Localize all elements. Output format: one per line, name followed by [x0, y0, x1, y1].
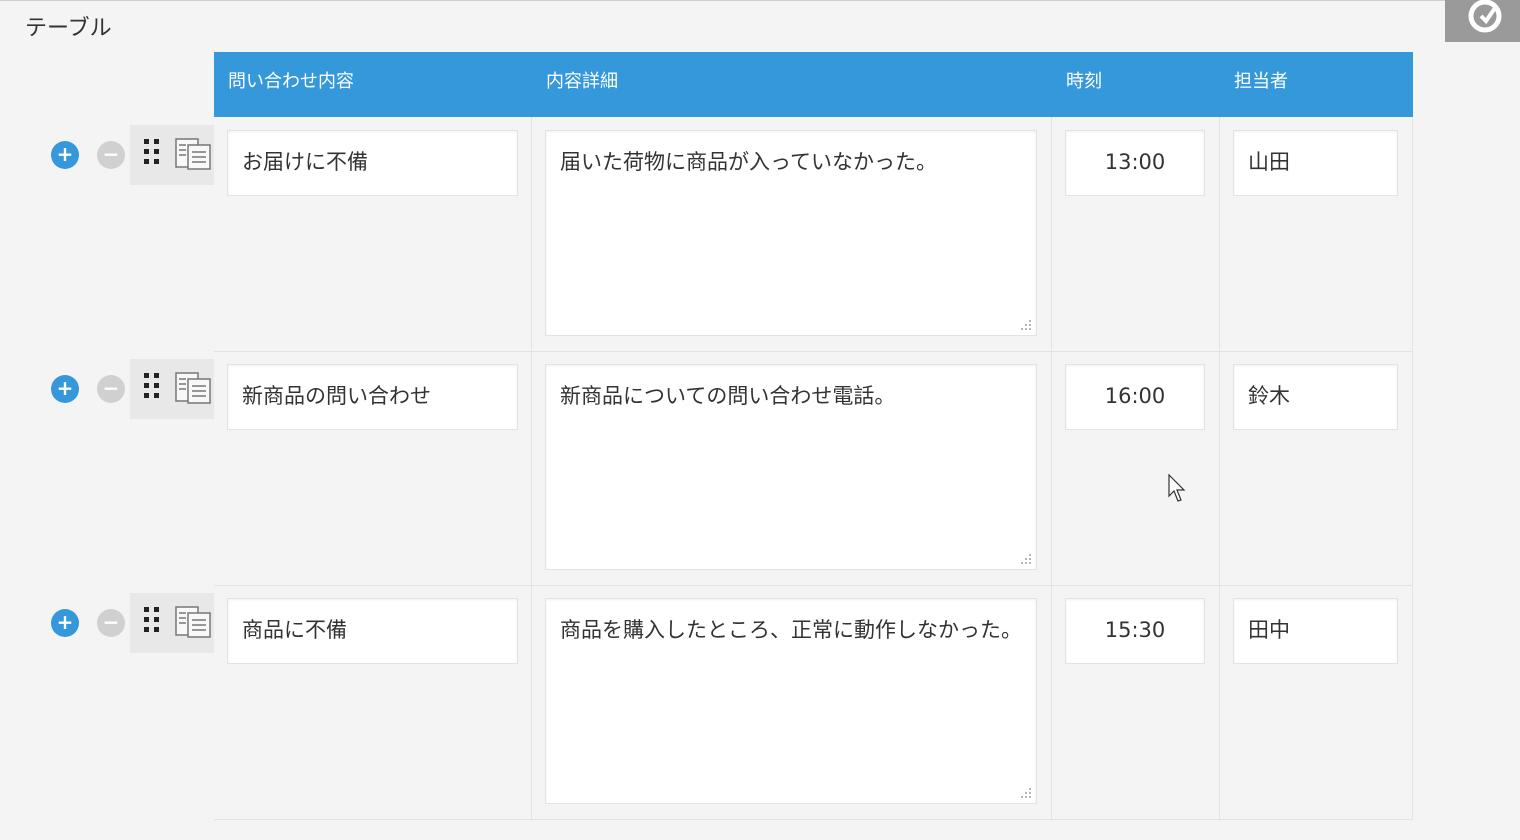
top-border — [0, 0, 1520, 1]
refresh-button[interactable] — [1445, 0, 1520, 42]
header-owner: 担当者 — [1234, 71, 1288, 92]
minus-circle-icon: − — [102, 610, 120, 634]
plus-circle-icon: + — [56, 610, 74, 634]
refresh-icon — [1468, 0, 1502, 33]
time-input[interactable]: 13:00 — [1065, 130, 1205, 196]
table-row: お届けに不備 届いた荷物に商品が入っていなかった。 13:00 山田 — [214, 117, 1413, 352]
header-detail: 内容詳細 — [546, 71, 618, 92]
header-time: 時刻 — [1066, 71, 1102, 92]
copy-icon[interactable] — [174, 137, 212, 171]
table-header: 問い合わせ内容 内容詳細 時刻 担当者 — [214, 52, 1413, 117]
resize-grip-icon[interactable] — [1019, 318, 1033, 332]
detail-text: 新商品についての問い合わせ電話。 — [560, 384, 896, 408]
remove-row-button[interactable]: − — [97, 141, 125, 169]
detail-text: 届いた荷物に商品が入っていなかった。 — [560, 150, 937, 174]
drag-handle-icon[interactable] — [142, 605, 162, 635]
copy-icon[interactable] — [174, 371, 212, 405]
remove-row-button[interactable]: − — [97, 375, 125, 403]
resize-grip-icon[interactable] — [1019, 552, 1033, 566]
mouse-cursor-icon — [1168, 474, 1186, 502]
minus-circle-icon: − — [102, 376, 120, 400]
header-inquiry: 問い合わせ内容 — [228, 71, 354, 92]
plus-circle-icon: + — [56, 142, 74, 166]
plus-circle-icon: + — [56, 376, 74, 400]
inquiry-input[interactable]: お届けに不備 — [227, 130, 518, 196]
detail-textarea[interactable]: 新商品についての問い合わせ電話。 — [545, 364, 1037, 570]
add-row-button[interactable]: + — [51, 141, 79, 169]
table-row: 新商品の問い合わせ 新商品についての問い合わせ電話。 16:00 鈴木 — [214, 351, 1413, 586]
table-row: 商品に不備 商品を購入したところ、正常に動作しなかった。 15:30 田中 — [214, 585, 1413, 820]
resize-grip-icon[interactable] — [1019, 786, 1033, 800]
add-row-button[interactable]: + — [51, 375, 79, 403]
drag-handle-icon[interactable] — [142, 137, 162, 167]
owner-input[interactable]: 山田 — [1233, 130, 1398, 196]
add-row-button[interactable]: + — [51, 609, 79, 637]
time-input[interactable]: 16:00 — [1065, 364, 1205, 430]
section-title: テーブル — [25, 16, 112, 41]
inquiry-input[interactable]: 新商品の問い合わせ — [227, 364, 518, 430]
inquiry-input[interactable]: 商品に不備 — [227, 598, 518, 664]
detail-textarea[interactable]: 届いた荷物に商品が入っていなかった。 — [545, 130, 1037, 336]
owner-input[interactable]: 田中 — [1233, 598, 1398, 664]
detail-text: 商品を購入したところ、正常に動作しなかった。 — [560, 618, 1022, 642]
owner-input[interactable]: 鈴木 — [1233, 364, 1398, 430]
minus-circle-icon: − — [102, 142, 120, 166]
time-input[interactable]: 15:30 — [1065, 598, 1205, 664]
detail-textarea[interactable]: 商品を購入したところ、正常に動作しなかった。 — [545, 598, 1037, 804]
copy-icon[interactable] — [174, 605, 212, 639]
remove-row-button[interactable]: − — [97, 609, 125, 637]
drag-handle-icon[interactable] — [142, 371, 162, 401]
